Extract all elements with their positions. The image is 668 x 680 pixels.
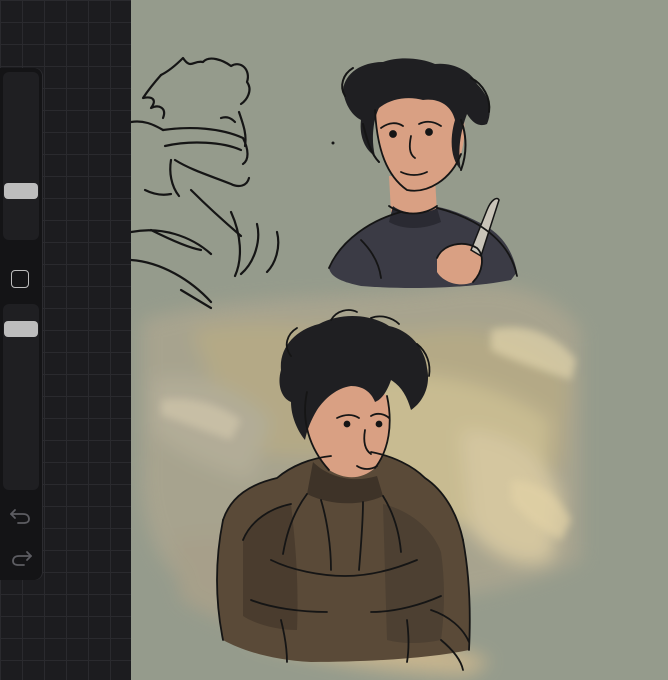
redo-arrow-icon: [12, 551, 32, 566]
undo-button[interactable]: [8, 504, 34, 526]
app-window: [0, 0, 668, 680]
modify-button[interactable]: [11, 270, 29, 288]
opacity-slider-thumb[interactable]: [4, 321, 38, 337]
canvas-artwork: [131, 56, 581, 675]
brush-size-slider[interactable]: [3, 72, 39, 240]
redo-button[interactable]: [8, 546, 34, 568]
brush-size-slider-thumb[interactable]: [4, 183, 38, 199]
colored-portrait: [328, 58, 518, 288]
line-sketch-figure: [131, 56, 280, 310]
drawing-canvas[interactable]: [131, 0, 668, 680]
tool-sidebar: [0, 68, 42, 580]
undo-arrow-icon: [10, 509, 30, 524]
